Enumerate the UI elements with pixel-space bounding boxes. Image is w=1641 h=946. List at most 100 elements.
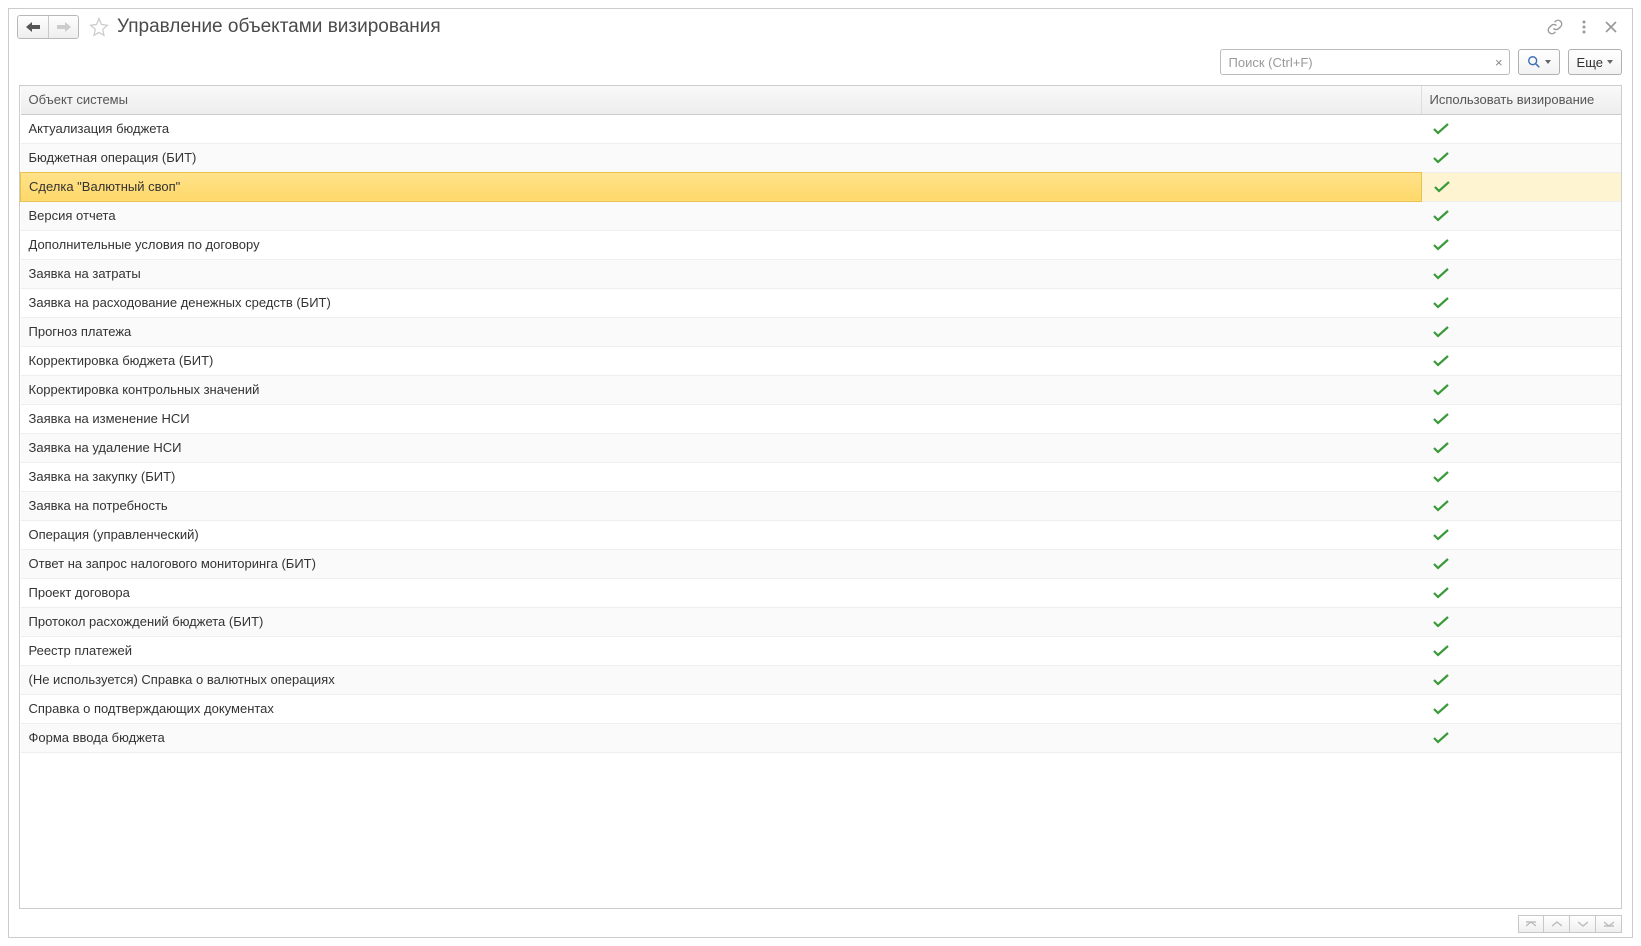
col-header-object[interactable]: Объект системы <box>21 86 1422 114</box>
table-row[interactable]: Заявка на потребность <box>21 491 1622 520</box>
table-row[interactable]: Бюджетная операция (БИТ) <box>21 143 1622 172</box>
cell-object-name: Реестр платежей <box>21 636 1422 665</box>
table-row[interactable]: Корректировка бюджета (БИТ) <box>21 346 1622 375</box>
table-row[interactable]: Реестр платежей <box>21 636 1622 665</box>
cell-use-flag[interactable] <box>1421 375 1621 404</box>
cell-use-flag[interactable] <box>1421 433 1621 462</box>
check-icon <box>1433 616 1613 628</box>
cell-use-flag[interactable] <box>1421 694 1621 723</box>
table-row[interactable]: Заявка на затраты <box>21 259 1622 288</box>
check-icon <box>1433 384 1613 396</box>
table-row[interactable]: Сделка "Валютный своп" <box>21 172 1622 201</box>
cell-object-name: Актуализация бюджета <box>21 114 1422 143</box>
table-row[interactable]: Заявка на удаление НСИ <box>21 433 1622 462</box>
scroll-top-button[interactable] <box>1518 915 1544 933</box>
table-row[interactable]: Заявка на расходование денежных средств … <box>21 288 1622 317</box>
back-button[interactable] <box>18 16 48 38</box>
cell-use-flag[interactable] <box>1421 607 1621 636</box>
link-icon[interactable] <box>1546 18 1564 36</box>
col-header-use[interactable]: Использовать визирование <box>1421 86 1621 114</box>
table-row[interactable]: Операция (управленческий) <box>21 520 1622 549</box>
cell-object-name: Бюджетная операция (БИТ) <box>21 143 1422 172</box>
table-row[interactable]: Актуализация бюджета <box>21 114 1622 143</box>
cell-use-flag[interactable] <box>1421 549 1621 578</box>
cell-use-flag[interactable] <box>1421 259 1621 288</box>
search-clear-icon[interactable]: × <box>1495 55 1503 70</box>
cell-use-flag[interactable] <box>1421 317 1621 346</box>
table-row[interactable]: Протокол расхождений бюджета (БИТ) <box>21 607 1622 636</box>
app-window: Управление объектами визирования × Еще <box>8 8 1633 938</box>
check-icon <box>1433 529 1613 541</box>
objects-table[interactable]: Объект системы Использовать визирование … <box>20 86 1621 753</box>
cell-use-flag[interactable] <box>1421 578 1621 607</box>
kebab-menu-icon[interactable] <box>1576 19 1592 35</box>
cell-use-flag[interactable] <box>1421 520 1621 549</box>
favorite-star-icon[interactable] <box>85 17 111 37</box>
cell-use-flag[interactable] <box>1421 723 1621 752</box>
table-row[interactable]: Форма ввода бюджета <box>21 723 1622 752</box>
check-icon <box>1433 471 1613 483</box>
cell-object-name: Корректировка бюджета (БИТ) <box>21 346 1422 375</box>
table-row[interactable]: (Не используется) Справка о валютных опе… <box>21 665 1622 694</box>
cell-object-name: Операция (управленческий) <box>21 520 1422 549</box>
more-button[interactable]: Еще <box>1568 49 1622 75</box>
scroll-down-button[interactable] <box>1570 915 1596 933</box>
search-button[interactable] <box>1518 49 1560 75</box>
check-icon <box>1433 703 1613 715</box>
check-icon <box>1433 268 1613 280</box>
cell-use-flag[interactable] <box>1421 114 1621 143</box>
check-icon <box>1433 645 1613 657</box>
table-row[interactable]: Справка о подтверждающих документах <box>21 694 1622 723</box>
table-row[interactable]: Версия отчета <box>21 201 1622 230</box>
cell-object-name: Заявка на закупку (БИТ) <box>21 462 1422 491</box>
cell-object-name: Сделка "Валютный своп" <box>21 172 1422 201</box>
cell-use-flag[interactable] <box>1421 404 1621 433</box>
table-row[interactable]: Заявка на изменение НСИ <box>21 404 1622 433</box>
search-icon <box>1527 55 1541 69</box>
cell-use-flag[interactable] <box>1421 172 1621 201</box>
table-row[interactable]: Прогноз платежа <box>21 317 1622 346</box>
title-icons <box>1546 18 1624 36</box>
scroll-bottom-button[interactable] <box>1596 915 1622 933</box>
nav-group <box>17 15 79 39</box>
check-icon <box>1433 123 1613 135</box>
cell-use-flag[interactable] <box>1421 462 1621 491</box>
cell-use-flag[interactable] <box>1421 230 1621 259</box>
check-icon <box>1433 442 1613 454</box>
close-icon[interactable] <box>1604 20 1618 34</box>
cell-use-flag[interactable] <box>1421 346 1621 375</box>
cell-use-flag[interactable] <box>1421 636 1621 665</box>
table-row[interactable]: Заявка на закупку (БИТ) <box>21 462 1622 491</box>
table-row[interactable]: Дополнительные условия по договору <box>21 230 1622 259</box>
table-row[interactable]: Ответ на запрос налогового мониторинга (… <box>21 549 1622 578</box>
dropdown-caret-icon <box>1545 60 1551 64</box>
search-input[interactable] <box>1221 50 1509 74</box>
forward-button[interactable] <box>48 16 78 38</box>
check-icon <box>1433 500 1613 512</box>
page-title: Управление объектами визирования <box>117 16 1540 38</box>
cell-object-name: Заявка на расходование денежных средств … <box>21 288 1422 317</box>
check-icon <box>1433 355 1613 367</box>
cell-use-flag[interactable] <box>1421 143 1621 172</box>
cell-object-name: Прогноз платежа <box>21 317 1422 346</box>
cell-object-name: Протокол расхождений бюджета (БИТ) <box>21 607 1422 636</box>
scroll-up-button[interactable] <box>1544 915 1570 933</box>
cell-object-name: Проект договора <box>21 578 1422 607</box>
cell-use-flag[interactable] <box>1421 201 1621 230</box>
table-row[interactable]: Корректировка контрольных значений <box>21 375 1622 404</box>
check-icon <box>1433 210 1613 222</box>
search-wrap: × <box>1220 49 1510 75</box>
footer-scroll <box>9 913 1632 937</box>
check-icon <box>1433 413 1613 425</box>
check-icon <box>1433 587 1613 599</box>
cell-use-flag[interactable] <box>1421 288 1621 317</box>
cell-object-name: Заявка на изменение НСИ <box>21 404 1422 433</box>
cell-object-name: Ответ на запрос налогового мониторинга (… <box>21 549 1422 578</box>
cell-use-flag[interactable] <box>1421 665 1621 694</box>
table-row[interactable]: Проект договора <box>21 578 1622 607</box>
check-icon <box>1434 181 1614 193</box>
cell-object-name: Корректировка контрольных значений <box>21 375 1422 404</box>
cell-use-flag[interactable] <box>1421 491 1621 520</box>
titlebar: Управление объектами визирования <box>9 9 1632 47</box>
toolbar: × Еще <box>9 47 1632 85</box>
